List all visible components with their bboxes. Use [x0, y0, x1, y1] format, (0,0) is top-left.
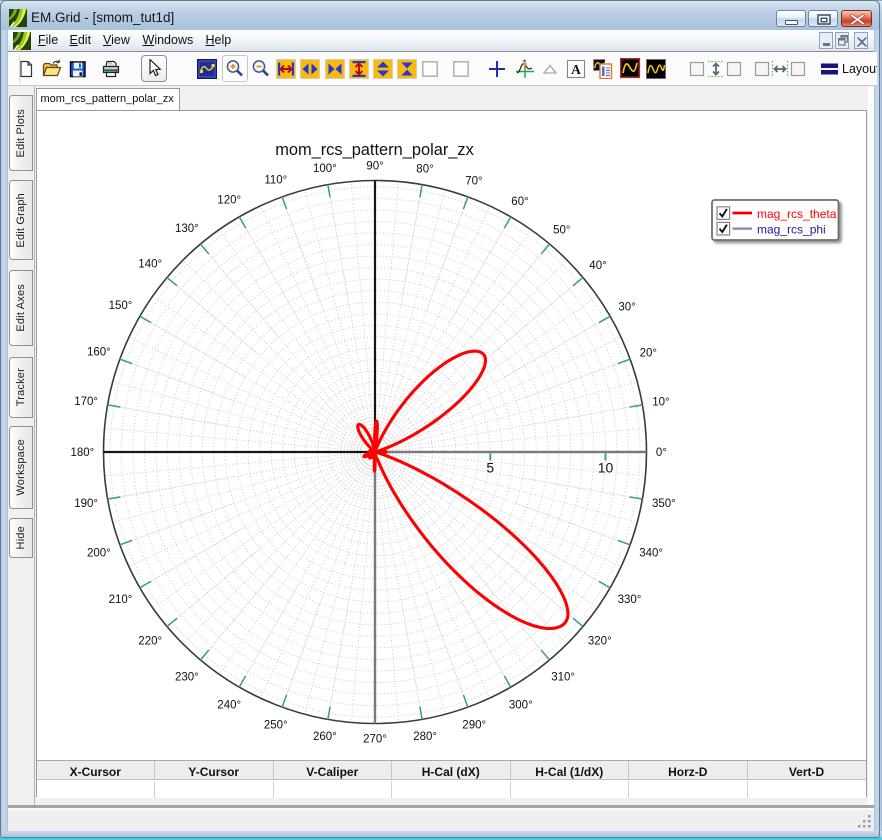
svg-text:260°: 260°: [313, 731, 337, 743]
svg-text:330°: 330°: [617, 594, 641, 606]
svg-text:10°: 10°: [652, 397, 669, 409]
svg-text:190°: 190°: [74, 498, 98, 510]
svg-text:5: 5: [486, 460, 494, 476]
svg-text:10: 10: [597, 460, 613, 476]
svg-text:140°: 140°: [138, 259, 162, 271]
svg-text:100°: 100°: [313, 163, 337, 175]
svg-text:160°: 160°: [87, 347, 111, 359]
svg-text:0°: 0°: [655, 447, 666, 459]
svg-text:270°: 270°: [363, 734, 387, 746]
svg-text:300°: 300°: [508, 700, 532, 712]
svg-text:30°: 30°: [618, 302, 635, 314]
svg-text:150°: 150°: [108, 300, 132, 312]
svg-text:170°: 170°: [74, 396, 98, 408]
svg-text:110°: 110°: [264, 175, 287, 187]
svg-text:70°: 70°: [465, 176, 482, 188]
svg-text:80°: 80°: [416, 164, 433, 176]
svg-text:200°: 200°: [87, 548, 111, 560]
svg-text:120°: 120°: [217, 195, 241, 207]
svg-text:60°: 60°: [511, 196, 528, 208]
svg-text:290°: 290°: [462, 720, 486, 732]
svg-text:220°: 220°: [138, 636, 162, 648]
svg-text:280°: 280°: [413, 731, 437, 743]
svg-text:50°: 50°: [553, 224, 570, 236]
svg-text:mom_rcs_pattern_polar_zx: mom_rcs_pattern_polar_zx: [275, 141, 474, 159]
svg-text:230°: 230°: [175, 671, 199, 683]
svg-text:mag_rcs_phi: mag_rcs_phi: [757, 222, 826, 236]
svg-text:20°: 20°: [639, 348, 656, 360]
svg-text:90°: 90°: [366, 161, 383, 173]
svg-text:mag_rcs_theta: mag_rcs_theta: [757, 207, 837, 221]
svg-text:A: A: [571, 62, 581, 77]
svg-text:340°: 340°: [639, 548, 663, 560]
svg-text:310°: 310°: [551, 671, 575, 683]
svg-text:240°: 240°: [217, 700, 241, 712]
svg-text:130°: 130°: [175, 223, 199, 235]
svg-text:320°: 320°: [587, 636, 611, 648]
svg-text:210°: 210°: [108, 594, 132, 606]
svg-text:350°: 350°: [652, 498, 676, 510]
svg-text:250°: 250°: [263, 720, 287, 732]
svg-text:180°: 180°: [70, 447, 94, 459]
svg-text:40°: 40°: [589, 260, 606, 272]
